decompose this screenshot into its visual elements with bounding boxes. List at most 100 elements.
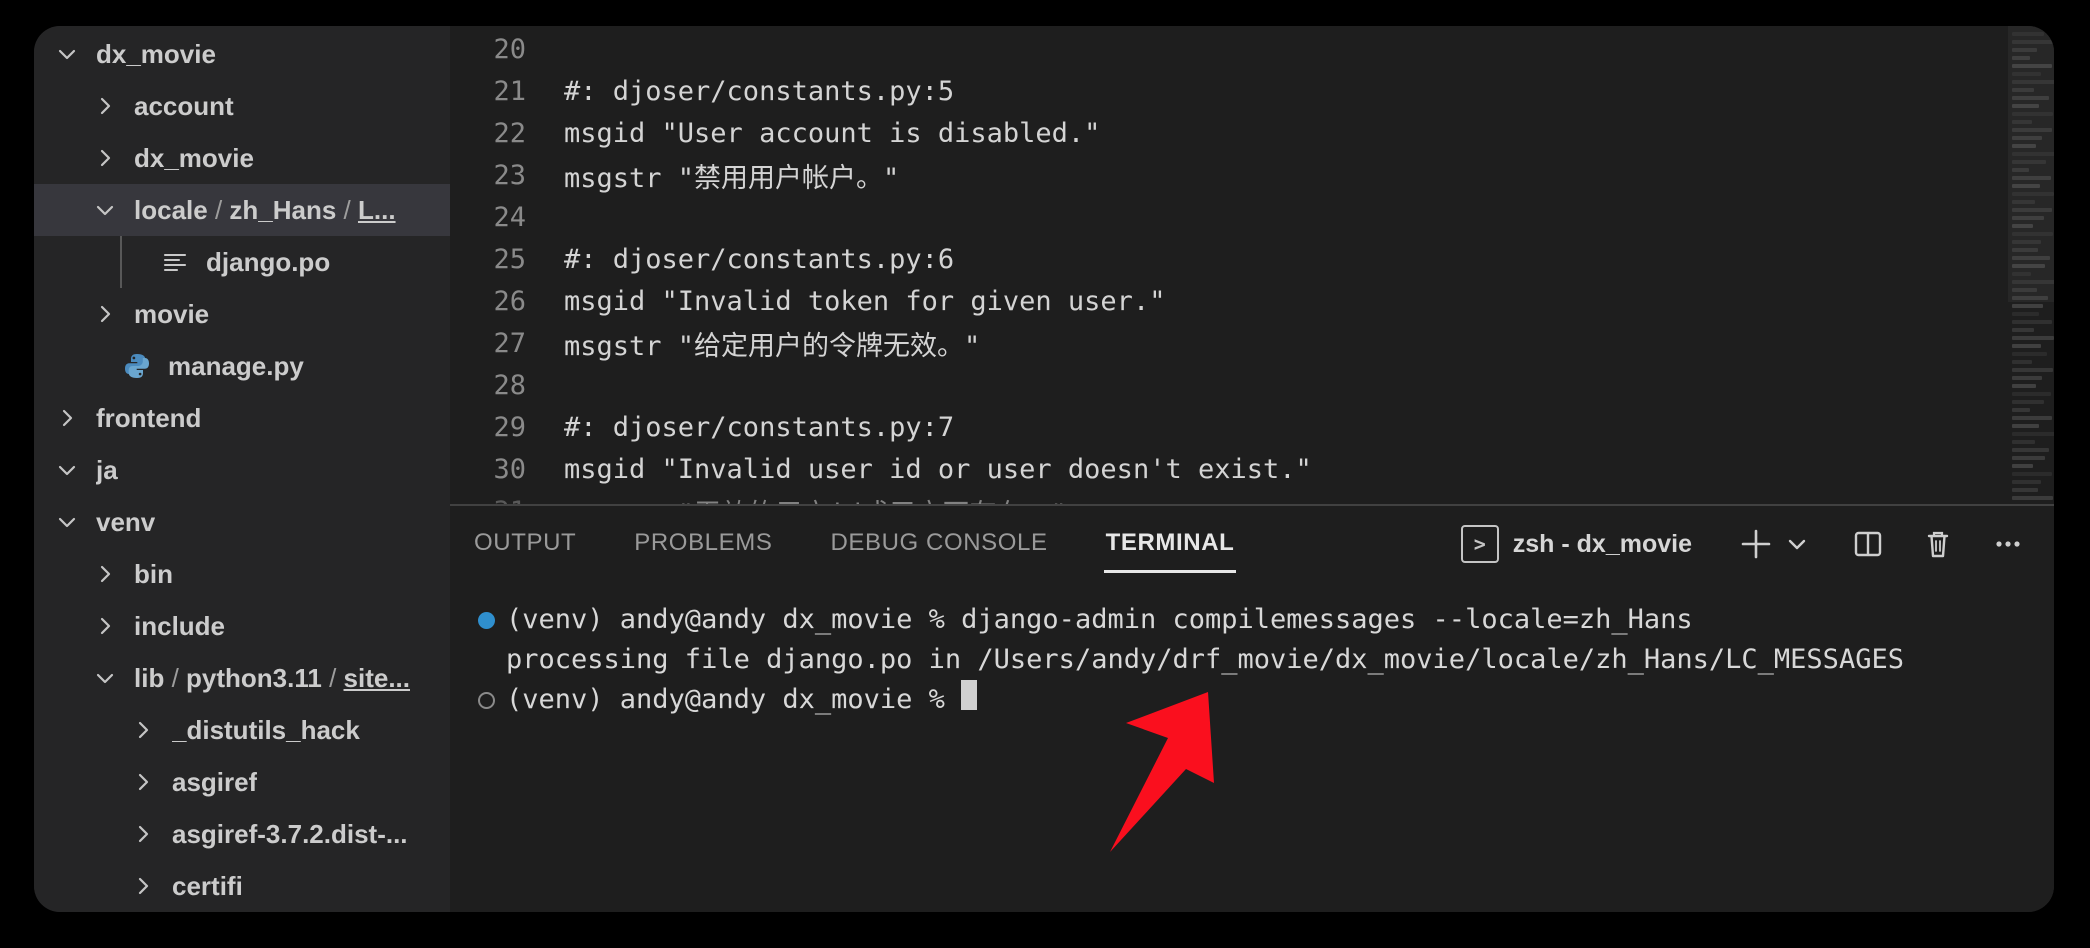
- minimap-line: [2012, 272, 2032, 276]
- tree-item-account[interactable]: account: [34, 80, 450, 132]
- tree-item-label: lib / python3.11 / site...: [134, 663, 410, 694]
- line-number: 21: [493, 75, 526, 107]
- tab-output[interactable]: OUTPUT: [472, 521, 578, 567]
- minimap-line: [2012, 88, 2035, 92]
- chevron-right-icon[interactable]: [90, 561, 120, 587]
- kill-terminal-button[interactable]: [1914, 520, 1962, 568]
- minimap-line: [2012, 296, 2048, 300]
- tree-item-django-po[interactable]: django.po: [34, 236, 450, 288]
- tab-problems[interactable]: PROBLEMS: [632, 521, 774, 567]
- line-number: 23: [493, 159, 526, 191]
- minimap-line: [2012, 32, 2045, 36]
- minimap-line: [2012, 184, 2040, 188]
- tree-item-label: dx_movie: [96, 38, 216, 69]
- tree-item-ja[interactable]: ja: [34, 444, 450, 496]
- terminal-output[interactable]: (venv) andy@andy dx_movie % django-admin…: [450, 582, 2054, 912]
- tab-debug-console[interactable]: DEBUG CONSOLE: [828, 521, 1049, 567]
- chevron-right-icon[interactable]: [128, 821, 158, 847]
- minimap-line: [2012, 464, 2034, 468]
- minimap-line: [2012, 144, 2036, 148]
- minimap-line: [2012, 216, 2045, 220]
- chevron-right-icon[interactable]: [90, 301, 120, 327]
- panel-tab-list[interactable]: OUTPUT PROBLEMS DEBUG CONSOLE TERMINAL: [472, 521, 1290, 573]
- editor-and-panel-column: 20 21 #: djoser/constants.py:5 22 msgid "Use…: [450, 26, 2054, 912]
- chevron-right-icon[interactable]: [128, 769, 158, 795]
- minimap-line: [2012, 80, 2054, 84]
- tree-item-distutils-hack[interactable]: _distutils_hack: [34, 704, 450, 756]
- command-success-dot: [477, 611, 495, 629]
- code-line[interactable]: 29 #: djoser/constants.py:7: [450, 406, 2008, 448]
- tree-item-asgiref[interactable]: asgiref: [34, 756, 450, 808]
- split-terminal-button[interactable]: [1844, 520, 1892, 568]
- code-line[interactable]: 24: [450, 196, 2008, 238]
- code-line[interactable]: 22 msgid "User account is disabled.": [450, 112, 2008, 154]
- minimap-line: [2012, 192, 2054, 196]
- code-line[interactable]: 23 msgstr "禁用用户帐户。": [450, 154, 2008, 196]
- terminal-text: processing file django.po in /Users/andy…: [506, 644, 1904, 675]
- code-line[interactable]: 25 #: djoser/constants.py:6: [450, 238, 2008, 280]
- minimap-line: [2012, 208, 2053, 212]
- chevron-down-icon[interactable]: [52, 41, 82, 67]
- file-explorer-sidebar[interactable]: dx_movie account dx_movie locale / zh_Hans …: [34, 26, 450, 912]
- code-editor[interactable]: 20 21 #: djoser/constants.py:5 22 msgid "Use…: [450, 26, 2054, 504]
- chevron-down-icon[interactable]: [52, 509, 82, 535]
- tree-item-label: account: [134, 90, 234, 121]
- terminal-instance-selector[interactable]: > zsh - dx_movie: [1460, 525, 1692, 563]
- tree-item-locale-zh-hans[interactable]: locale / zh_Hans / L...: [34, 184, 450, 236]
- minimap-line: [2012, 280, 2054, 284]
- code-line[interactable]: 26 msgid "Invalid token for given user.": [450, 280, 2008, 322]
- chevron-down-icon[interactable]: [90, 197, 120, 223]
- line-number: 25: [493, 243, 526, 275]
- chevron-right-icon[interactable]: [90, 93, 120, 119]
- line-content: #: djoser/constants.py:7: [564, 411, 955, 443]
- minimap-line: [2012, 232, 2054, 236]
- minimap-line: [2012, 336, 2054, 340]
- tree-item-frontend[interactable]: frontend: [34, 392, 450, 444]
- chevron-right-icon[interactable]: [128, 717, 158, 743]
- tree-item-label: locale / zh_Hans / L...: [134, 195, 396, 226]
- editor-code-area[interactable]: 20 21 #: djoser/constants.py:5 22 msgid "Use…: [450, 26, 2008, 505]
- tree-item-label: django.po: [206, 246, 331, 277]
- code-line[interactable]: 31msgstr "无效的用户id或用户不存在。": [450, 490, 2008, 505]
- code-line[interactable]: 30 msgid "Invalid user id or user doesn't…: [450, 448, 2008, 490]
- path-segment: L...: [357, 194, 396, 225]
- chevron-right-icon[interactable]: [128, 873, 158, 899]
- tree-item-movie[interactable]: movie: [34, 288, 450, 340]
- minimap-line: [2012, 96, 2049, 100]
- minimap-line: [2012, 496, 2054, 500]
- code-line[interactable]: 27 msgstr "给定用户的令牌无效。": [450, 322, 2008, 364]
- terminal-command-marker: [466, 680, 506, 720]
- tree-item-venv[interactable]: venv: [34, 496, 450, 548]
- tree-item-label: ja: [96, 454, 118, 485]
- tree-item-dx-movie[interactable]: dx_movie: [34, 132, 450, 184]
- tree-item-include[interactable]: include: [34, 600, 450, 652]
- minimap-line: [2012, 40, 2054, 44]
- code-line[interactable]: 20: [450, 28, 2008, 70]
- tree-item-manage-py[interactable]: manage.py: [34, 340, 450, 392]
- terminal-more-actions-button[interactable]: [1984, 520, 2032, 568]
- chevron-right-icon[interactable]: [90, 613, 120, 639]
- tree-item-certifi[interactable]: certifi: [34, 860, 450, 912]
- terminal-profile-dropdown[interactable]: [1780, 520, 1814, 568]
- chevron-right-icon[interactable]: [90, 145, 120, 171]
- path-segment: locale: [134, 194, 208, 225]
- minimap-line: [2012, 400, 2045, 404]
- tree-item-asgiref-dist-info[interactable]: asgiref-3.7.2.dist-...: [34, 808, 450, 860]
- chevron-down-icon[interactable]: [90, 665, 120, 691]
- minimap-line: [2012, 72, 2041, 76]
- po-file-icon: [158, 248, 192, 276]
- chevron-right-icon[interactable]: [52, 405, 82, 431]
- tree-item-dx-movie-root[interactable]: dx_movie: [34, 28, 450, 80]
- file-tree[interactable]: dx_movie account dx_movie locale / zh_Hans …: [34, 28, 450, 912]
- code-line[interactable]: 28: [450, 364, 2008, 406]
- path-separator: /: [164, 662, 187, 693]
- chevron-down-icon[interactable]: [52, 457, 82, 483]
- tree-item-bin[interactable]: bin: [34, 548, 450, 600]
- code-line[interactable]: 21 #: djoser/constants.py:5: [450, 70, 2008, 112]
- new-terminal-button[interactable]: [1732, 520, 1780, 568]
- tab-terminal[interactable]: TERMINAL: [1103, 521, 1237, 573]
- minimap-line: [2012, 256, 2050, 260]
- editor-minimap[interactable]: [2008, 26, 2054, 504]
- minimap-line: [2012, 136, 2043, 140]
- tree-item-lib-python[interactable]: lib / python3.11 / site...: [34, 652, 450, 704]
